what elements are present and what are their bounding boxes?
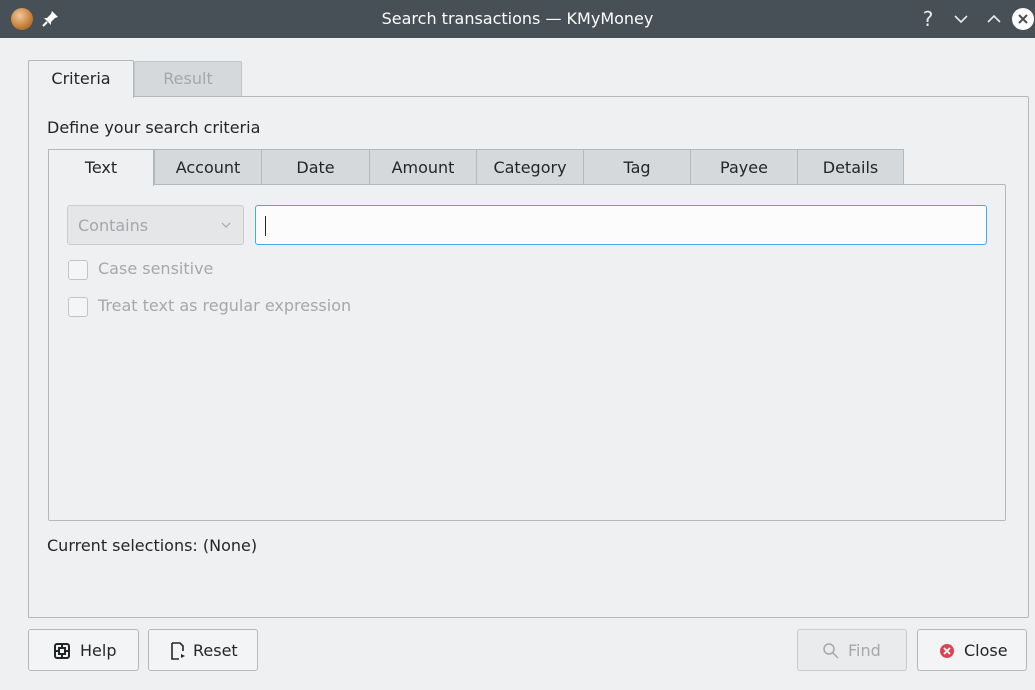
search-icon [823,643,839,659]
tab-result[interactable]: Result [134,61,242,96]
tab-details[interactable]: Details [797,149,904,185]
case-sensitive-checkbox[interactable] [68,260,88,280]
find-button[interactable]: Find [797,629,907,671]
tab-criteria[interactable]: Criteria [28,60,134,98]
help-button[interactable]: Help [28,629,139,671]
match-mode-value: Contains [78,216,149,235]
tab-category[interactable]: Category [476,149,584,185]
criteria-heading: Define your search criteria [47,118,261,137]
find-label: Find [848,641,881,660]
help-label: Help [80,641,117,660]
lifebuoy-icon [54,643,70,659]
chevron-down-icon [221,222,231,228]
maximize-icon[interactable] [983,8,1005,30]
search-text-input[interactable] [255,205,987,245]
tab-date[interactable]: Date [261,149,370,185]
minimize-icon[interactable] [950,8,972,30]
tab-payee[interactable]: Payee [690,149,798,185]
regex-checkbox[interactable] [68,297,88,317]
window-titlebar[interactable]: Search transactions — KMyMoney ? [0,0,1035,38]
reset-button[interactable]: Reset [148,629,258,671]
case-sensitive-label: Case sensitive [98,259,214,278]
tab-amount[interactable]: Amount [369,149,477,185]
tab-account[interactable]: Account [154,149,262,185]
tab-text[interactable]: Text [48,149,154,186]
close-label: Close [964,641,1008,660]
reset-label: Reset [193,641,238,660]
close-icon [940,644,954,658]
close-window-icon[interactable] [1012,8,1034,30]
context-help-button[interactable]: ? [917,8,939,30]
close-button[interactable]: Close [917,629,1027,671]
regex-label: Treat text as regular expression [98,296,352,315]
window-title: Search transactions — KMyMoney [381,9,654,28]
current-selections-label: Current selections: (None) [47,536,258,555]
reset-document-icon [171,642,185,660]
match-mode-combo[interactable]: Contains [67,205,244,245]
text-caret [265,216,266,236]
tab-tag[interactable]: Tag [583,149,691,185]
